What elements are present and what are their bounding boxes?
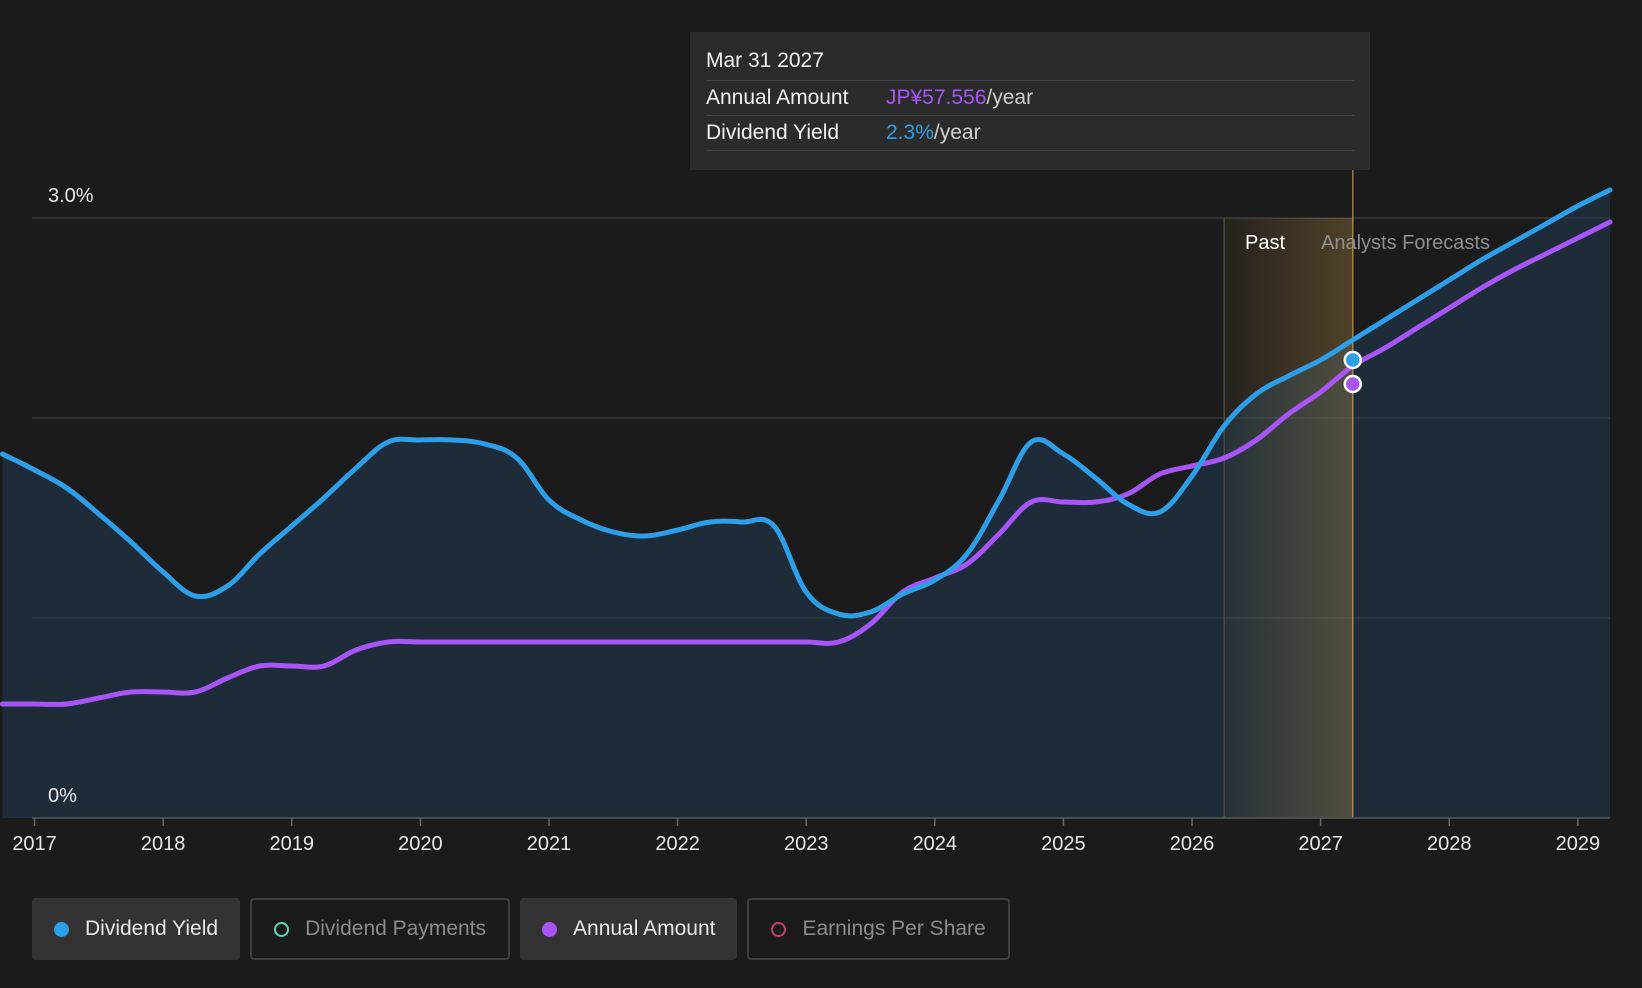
legend-annual-amount-button[interactable]: Annual Amount xyxy=(520,898,738,960)
x-tick-label: 2029 xyxy=(1556,833,1601,855)
legend-label: Dividend Payments xyxy=(305,917,487,940)
x-tick-label: 2027 xyxy=(1298,833,1343,855)
tooltip-yield-label: Dividend Yield xyxy=(706,121,840,144)
dividend-yield-area xyxy=(2,190,1611,818)
yield-area xyxy=(2,190,1611,818)
tooltip: Mar 31 2027 Annual Amount JP¥57.556/year… xyxy=(690,32,1370,170)
legend-label: Annual Amount xyxy=(573,917,716,940)
past-forecast-band xyxy=(1223,170,1354,818)
past-label: Past xyxy=(1245,232,1285,254)
x-tick-label: 2028 xyxy=(1427,833,1472,855)
dividend-yield-point xyxy=(1343,350,1363,370)
legend-label: Dividend Yield xyxy=(85,917,219,940)
tooltip-annual-unit: /year xyxy=(986,86,1034,109)
x-tick-label: 2025 xyxy=(1041,833,1086,855)
tooltip-annual-label: Annual Amount xyxy=(706,86,849,109)
x-tick-label: 2022 xyxy=(655,833,700,855)
x-axis: 2017 2018 2019 2020 2021 2022 2023 2024 2025 2026… xyxy=(12,817,1610,855)
dividend-yield-dot-icon xyxy=(54,921,69,937)
x-tick-label: 2017 xyxy=(12,833,57,855)
forecast-label: Analysts Forecasts xyxy=(1321,232,1490,254)
legend-dividend-payments-button[interactable]: Dividend Payments xyxy=(250,898,511,960)
tooltip-annual-value: JP¥57.556 xyxy=(886,86,987,109)
y-tick-label-bottom: 0% xyxy=(48,785,77,807)
dividend-payments-dot-icon xyxy=(274,921,290,937)
x-tick-label: 2021 xyxy=(527,833,572,855)
tooltip-yield-row: Dividend Yield 2.3%/year xyxy=(706,116,1354,151)
legend: Dividend Yield Dividend Payments Annual … xyxy=(32,898,1010,960)
annual-amount-dot-icon xyxy=(542,921,558,937)
legend-label: Earnings Per Share xyxy=(802,917,986,940)
x-tick-label: 2019 xyxy=(270,833,315,855)
past-band xyxy=(1224,218,1353,818)
x-tick-label: 2018 xyxy=(141,833,186,855)
y-tick-label-top: 3.0% xyxy=(48,185,94,207)
annual-amount-point xyxy=(1343,374,1363,394)
x-tick-label: 2020 xyxy=(398,833,443,855)
tooltip-yield-unit: /year xyxy=(933,121,981,144)
tooltip-date: Mar 31 2027 xyxy=(706,46,1354,81)
earnings-per-share-dot-icon xyxy=(771,921,787,937)
x-tick-label: 2023 xyxy=(784,833,829,855)
legend-earnings-per-share-button[interactable]: Earnings Per Share xyxy=(747,898,1010,960)
x-tick-label: 2026 xyxy=(1170,833,1215,855)
legend-dividend-yield-button[interactable]: Dividend Yield xyxy=(32,898,241,960)
tooltip-yield-value: 2.3% xyxy=(886,121,934,144)
x-tick-label: 2024 xyxy=(913,833,958,855)
tooltip-annual-row: Annual Amount JP¥57.556/year xyxy=(706,81,1354,116)
